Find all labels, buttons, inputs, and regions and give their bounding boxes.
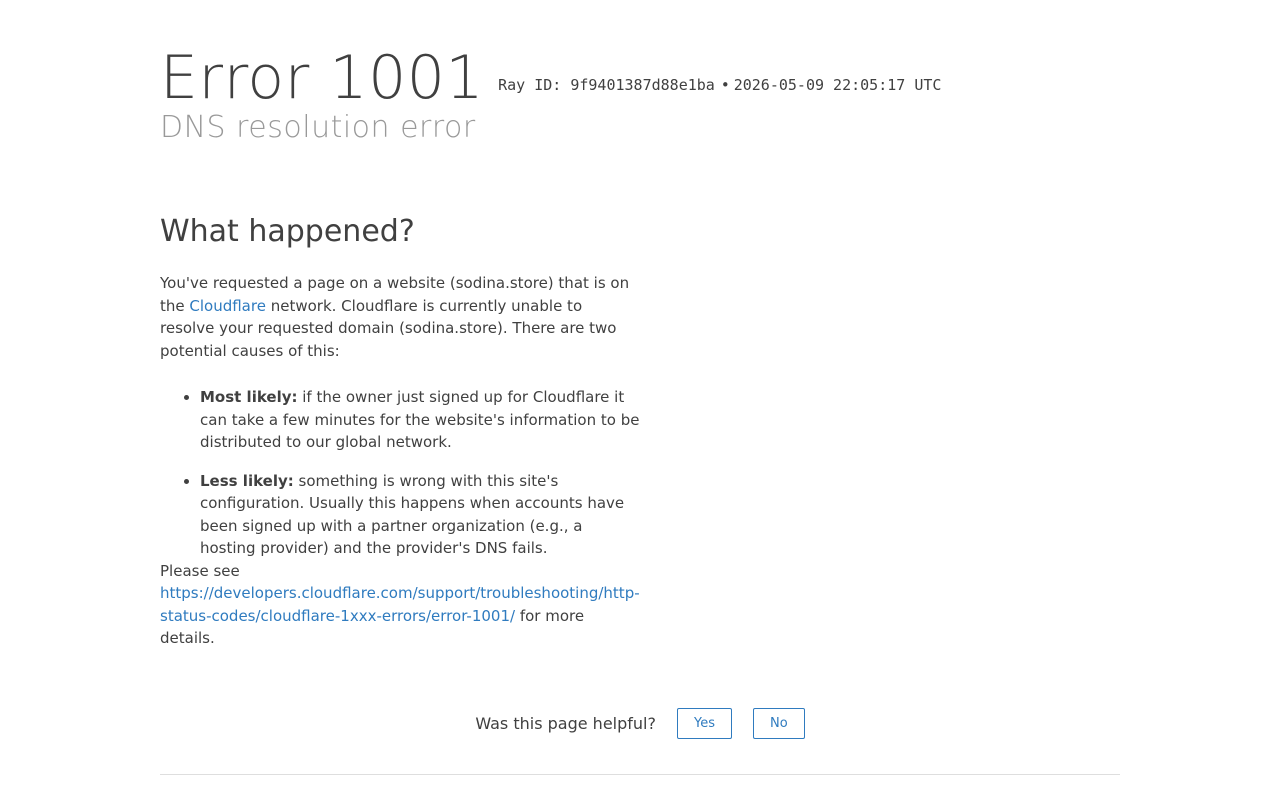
cause-label: Most likely: (200, 388, 298, 406)
see-prefix: Please see (160, 561, 240, 580)
error-word: Error (160, 43, 310, 113)
ray-id: 9f9401387d88e1ba (570, 76, 715, 94)
cause-label: Less likely: (200, 471, 294, 490)
error-code: 1001 (329, 43, 485, 113)
title-row: Error 1001 Ray ID: 9f9401387d88e1ba • 2026… (160, 42, 1120, 114)
causes-list: Most likely: if the owner just signed up… (160, 386, 640, 560)
list-item: Most likely: if the owner just signed up… (200, 386, 640, 454)
meta-separator: • (720, 76, 730, 94)
explanation-paragraph: You've requested a page on a website (so… (160, 272, 640, 362)
error-subtitle: DNS resolution error (160, 110, 476, 145)
ray-meta: Ray ID: 9f9401387d88e1ba • 2026-05-09 22:0… (498, 76, 941, 94)
section-heading: What happened? (160, 214, 415, 249)
feedback-question: Was this page helpful? (475, 714, 656, 733)
list-item: Less likely: something is wrong with thi… (200, 470, 640, 560)
feedback-bar: Was this page helpful? Yes No (0, 708, 1280, 739)
error-header: Error 1001 Ray ID: 9f9401387d88e1ba • 2026… (160, 42, 1120, 145)
no-button[interactable]: No (752, 708, 805, 739)
error-title: Error 1001 (160, 42, 484, 114)
ray-label: Ray ID: (498, 76, 562, 94)
timestamp: 2026-05-09 22:05:17 UTC (733, 76, 942, 94)
see-more-paragraph: Please see https://developers.cloudflare… (160, 560, 640, 650)
error-page: Error 1001 Ray ID: 9f9401387d88e1ba • 2026… (0, 0, 1280, 800)
footer-divider (160, 774, 1120, 775)
yes-button[interactable]: Yes (676, 708, 732, 739)
what-happened-section: What happened? You've requested a page o… (160, 212, 640, 650)
cloudflare-link[interactable]: Cloudflare (189, 297, 266, 315)
